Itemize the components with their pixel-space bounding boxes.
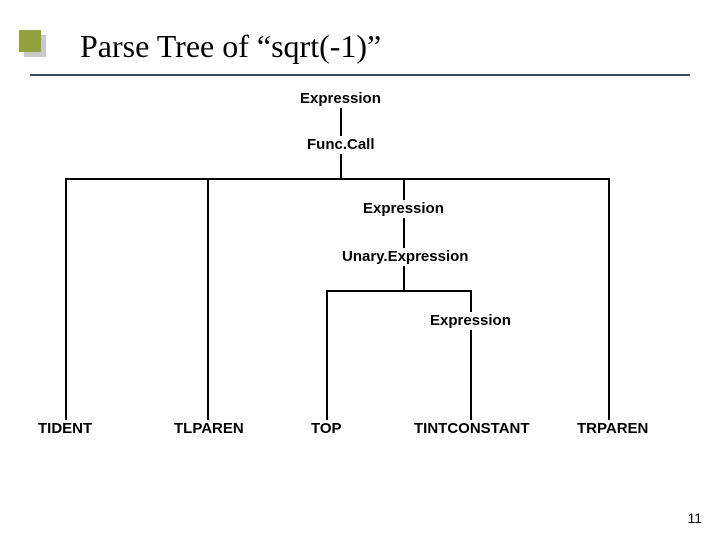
node-expression-inner: Expression (430, 312, 511, 329)
leaf-top: TOP (311, 420, 342, 437)
edge-root-to-funccall (340, 108, 342, 136)
leaf-tintconstant: TINTCONSTANT (414, 420, 530, 437)
edge-funccall-stub (340, 154, 342, 178)
node-expression-arg: Expression (363, 200, 444, 217)
accent-square (19, 30, 41, 52)
edge-expr3-to-tint (470, 330, 472, 420)
edge-to-expr2 (403, 178, 405, 200)
node-expression-root: Expression (300, 90, 381, 107)
leaf-trparen: TRPAREN (577, 420, 648, 437)
title-underline (30, 74, 690, 76)
edge-unary-hbar (326, 290, 472, 292)
parse-tree-diagram: Expression Func.Call Expression Unary.Ex… (0, 90, 720, 490)
node-funccall: Func.Call (307, 136, 375, 153)
edge-to-top (326, 290, 328, 420)
edge-unary-stub (403, 266, 405, 290)
edge-to-tlparen (207, 178, 209, 420)
leaf-tident: TIDENT (38, 420, 92, 437)
edge-funccall-hbar (65, 178, 610, 180)
edge-to-expr3 (470, 290, 472, 312)
edge-to-tident (65, 178, 67, 420)
page-title: Parse Tree of “sqrt(-1)” (80, 28, 381, 64)
page-number: 11 (687, 510, 702, 526)
edge-expr2-to-unary (403, 218, 405, 248)
title-bar: Parse Tree of “sqrt(-1)” (80, 28, 690, 80)
leaf-tlparen: TLPAREN (174, 420, 244, 437)
node-unary-expression: Unary.Expression (342, 248, 468, 265)
title-underline-shadow (32, 77, 692, 80)
edge-to-trparen (608, 178, 610, 420)
